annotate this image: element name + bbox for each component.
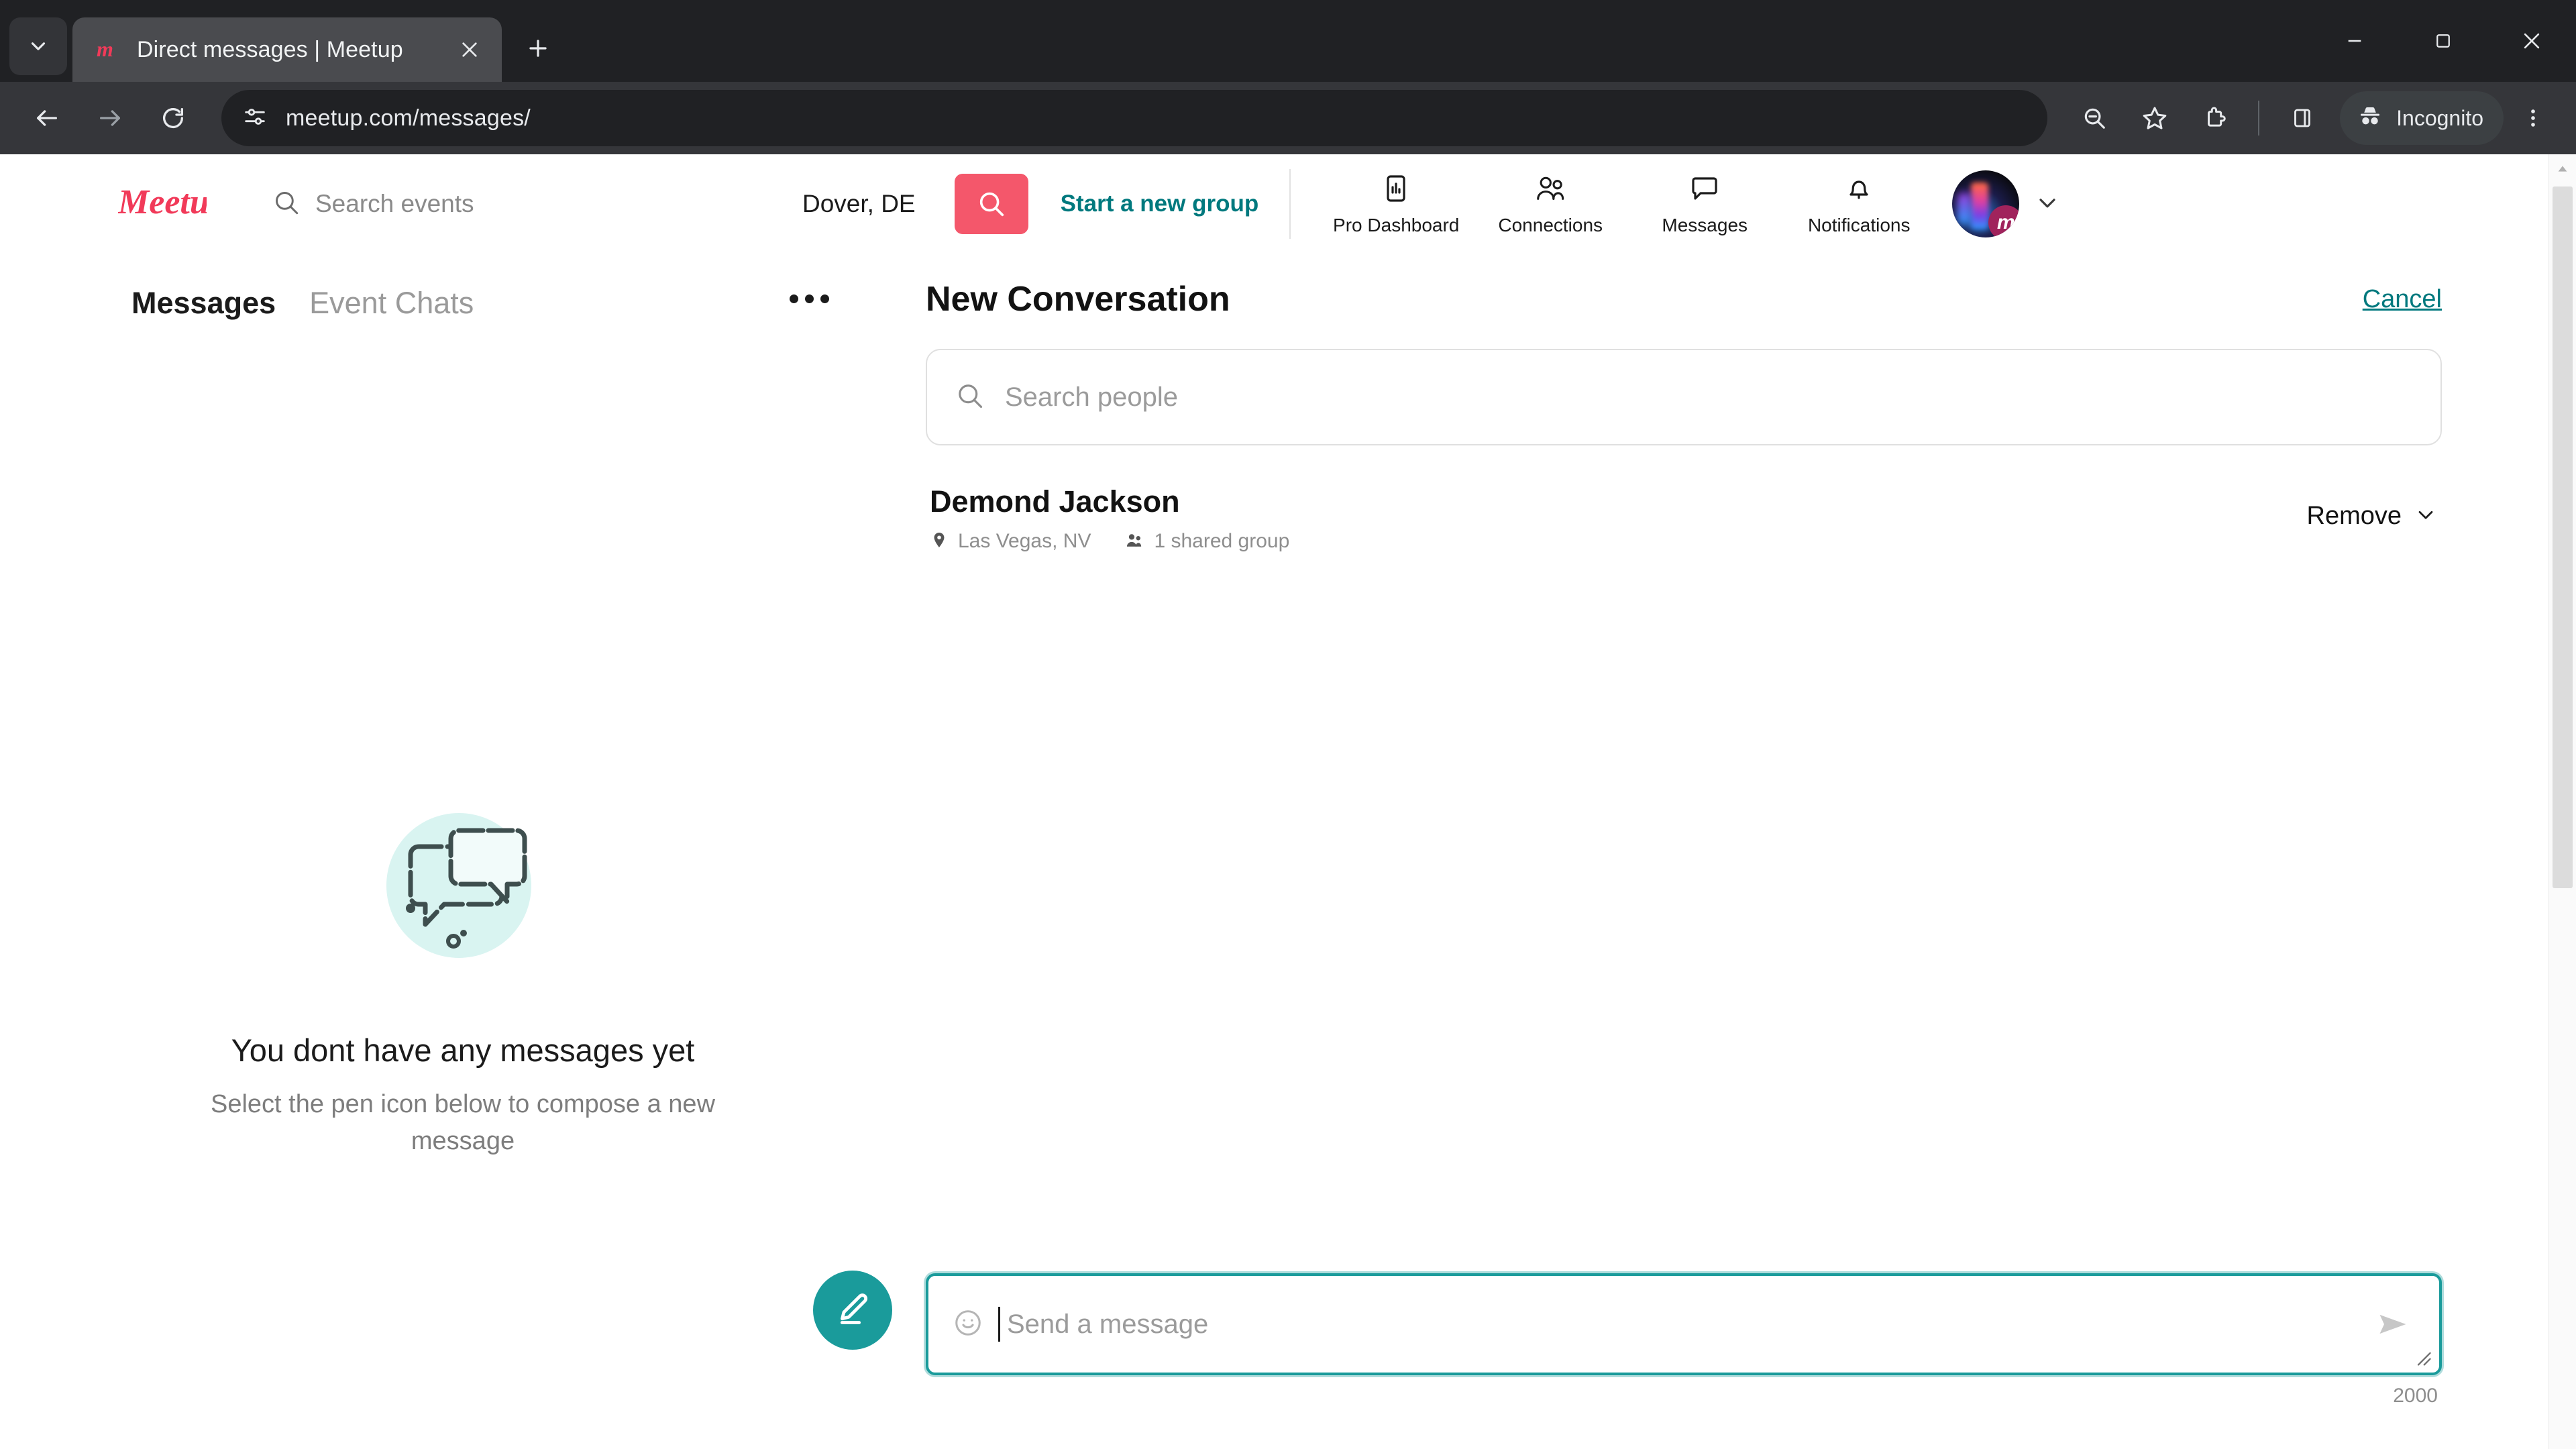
site-settings-icon[interactable] bbox=[241, 103, 268, 133]
svg-text:Meetup: Meetup bbox=[118, 183, 207, 221]
emoji-smiley-icon[interactable] bbox=[953, 1307, 983, 1342]
cancel-button[interactable]: Cancel bbox=[2363, 285, 2442, 314]
compose-message-button[interactable] bbox=[813, 1271, 892, 1350]
search-submit-button[interactable] bbox=[954, 174, 1028, 234]
text-caret bbox=[998, 1307, 1000, 1342]
page-content: Meetup Search events Dover, DE Start a n… bbox=[0, 154, 2576, 1449]
profile-label: Incognito bbox=[2396, 105, 2483, 130]
page-scrollbar[interactable] bbox=[2548, 154, 2576, 1449]
close-window-icon[interactable] bbox=[2487, 0, 2576, 82]
nav-notifications[interactable]: Notifications bbox=[1782, 172, 1936, 236]
messages-icon bbox=[1688, 172, 1721, 208]
search-icon bbox=[272, 189, 301, 220]
avatar-badge: m bbox=[1988, 205, 2020, 237]
bell-icon bbox=[1843, 172, 1875, 208]
scrollbar-thumb[interactable] bbox=[2553, 186, 2573, 888]
search-people-placeholder: Search people bbox=[1005, 382, 1178, 412]
remove-label: Remove bbox=[2306, 502, 2402, 530]
nav-label: Pro Dashboard bbox=[1333, 214, 1460, 235]
toolbar-divider bbox=[2258, 101, 2260, 136]
nav-label: Messages bbox=[1662, 214, 1748, 235]
side-panel-icon[interactable] bbox=[2274, 90, 2330, 146]
new-tab-icon[interactable] bbox=[514, 24, 562, 72]
nav-messages[interactable]: Messages bbox=[1627, 172, 1782, 236]
window-controls bbox=[2310, 0, 2576, 82]
new-conversation-header: New Conversation Cancel bbox=[926, 254, 2442, 319]
svg-text:m: m bbox=[97, 37, 113, 61]
browser-window: m Direct messages | Meetup meetup.com/me… bbox=[0, 0, 2576, 1449]
recipient-info: Demond Jackson Las Vegas, NV 1 shared gr… bbox=[930, 484, 1289, 553]
meetup-logo[interactable]: Meetup bbox=[117, 180, 227, 229]
empty-messages-state: You dont have any messages yet Select th… bbox=[0, 254, 926, 1160]
start-a-new-group-link[interactable]: Start a new group bbox=[1061, 191, 1259, 217]
group-people-icon bbox=[1124, 531, 1144, 553]
chat-bubbles-illustration bbox=[374, 797, 551, 974]
search-events-placeholder: Search events bbox=[315, 190, 474, 217]
nav-connections[interactable]: Connections bbox=[1473, 172, 1627, 236]
star-icon[interactable] bbox=[2127, 90, 2183, 146]
tab-search-icon[interactable] bbox=[9, 17, 67, 75]
nav-label: Notifications bbox=[1807, 214, 1911, 235]
chevron-down-icon bbox=[2414, 502, 2438, 530]
nav-label: Connections bbox=[1498, 214, 1603, 235]
conversations-panel: Messages Event Chats You dont have any m… bbox=[0, 254, 926, 1449]
profile-incognito-button[interactable]: Incognito bbox=[2340, 91, 2504, 145]
message-input[interactable]: Send a message bbox=[926, 1273, 2442, 1375]
zoom-out-icon[interactable] bbox=[2066, 90, 2123, 146]
search-people-input[interactable]: Search people bbox=[926, 349, 2442, 445]
three-dot-menu-icon[interactable] bbox=[2508, 90, 2559, 146]
meetup-favicon-icon: m bbox=[95, 36, 122, 63]
tab-title: Direct messages | Meetup bbox=[137, 36, 403, 62]
url-text: meetup.com/messages/ bbox=[286, 105, 531, 131]
message-placeholder: Send a message bbox=[1007, 1309, 1209, 1339]
minimize-icon[interactable] bbox=[2310, 0, 2399, 82]
extensions-icon[interactable] bbox=[2187, 90, 2243, 146]
page-title: New Conversation bbox=[926, 280, 1230, 319]
message-composer-area: Send a message 2000 bbox=[926, 1273, 2442, 1407]
recipient-row: Demond Jackson Las Vegas, NV 1 shared gr… bbox=[926, 484, 2442, 553]
search-icon bbox=[955, 381, 985, 414]
forward-arrow-icon[interactable] bbox=[80, 89, 140, 148]
new-conversation-panel: New Conversation Cancel Search people De… bbox=[926, 254, 2576, 1449]
recipient-shared-groups: 1 shared group bbox=[1154, 530, 1290, 552]
maximize-icon[interactable] bbox=[2399, 0, 2487, 82]
events-search[interactable]: Search events bbox=[272, 189, 796, 220]
close-tab-icon[interactable] bbox=[452, 32, 487, 67]
recipient-location: Las Vegas, NV bbox=[958, 530, 1091, 552]
address-bar[interactable]: meetup.com/messages/ bbox=[221, 90, 2048, 146]
browser-tab[interactable]: m Direct messages | Meetup bbox=[72, 17, 502, 82]
empty-state-title: You dont have any messages yet bbox=[231, 1032, 695, 1068]
meetup-site-header: Meetup Search events Dover, DE Start a n… bbox=[0, 154, 2576, 254]
location-pin-icon bbox=[930, 531, 949, 553]
character-counter: 2000 bbox=[2393, 1385, 2438, 1407]
empty-state-subtitle: Select the pen icon below to compose a n… bbox=[210, 1090, 716, 1156]
incognito-icon bbox=[2356, 103, 2384, 134]
recipient-name: Demond Jackson bbox=[930, 484, 1180, 519]
resize-grip-icon[interactable] bbox=[2414, 1348, 2432, 1367]
browser-tabstrip: m Direct messages | Meetup bbox=[0, 0, 2576, 82]
remove-recipient-button[interactable]: Remove bbox=[2307, 484, 2438, 531]
user-menu[interactable]: m bbox=[1952, 170, 2061, 237]
scroll-up-arrow-icon[interactable] bbox=[2548, 154, 2576, 184]
header-divider bbox=[1289, 169, 1291, 239]
recipient-meta: Las Vegas, NV 1 shared group bbox=[930, 530, 1289, 553]
pro-dashboard-icon bbox=[1380, 172, 1412, 208]
back-arrow-icon[interactable] bbox=[17, 89, 76, 148]
browser-toolbar: meetup.com/messages/ Incognito bbox=[0, 82, 2576, 154]
connections-icon bbox=[1534, 172, 1567, 208]
send-arrow-icon[interactable] bbox=[2369, 1301, 2416, 1348]
avatar[interactable]: m bbox=[1952, 170, 2020, 237]
nav-pro-dashboard[interactable]: Pro Dashboard bbox=[1319, 172, 1473, 236]
messages-page: Messages Event Chats You dont have any m… bbox=[0, 254, 2576, 1449]
location-field[interactable]: Dover, DE bbox=[802, 190, 916, 218]
pencil-icon bbox=[833, 1289, 872, 1332]
chevron-down-icon[interactable] bbox=[2034, 189, 2061, 219]
reload-icon[interactable] bbox=[144, 89, 203, 148]
